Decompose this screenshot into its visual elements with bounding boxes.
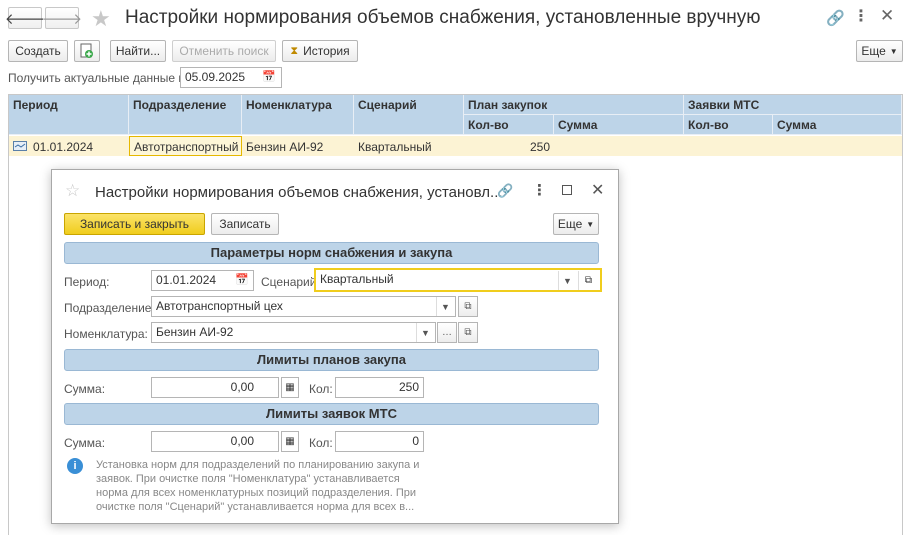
cell-nomenclature: Бензин АИ-92 bbox=[246, 140, 324, 154]
period-value: 01.01.2024 bbox=[156, 273, 217, 287]
favorite-star-icon[interactable]: ★ bbox=[91, 6, 111, 32]
nomenclature-field[interactable]: Бензин АИ-92 bbox=[151, 322, 436, 343]
save-and-close-button[interactable]: Записать и закрыть bbox=[64, 213, 205, 235]
arrow-right-icon: 🡒 bbox=[41, 10, 83, 28]
history-icon: ⧗ bbox=[290, 44, 299, 57]
section-plan-limits: Лимиты планов закупа bbox=[64, 349, 599, 371]
scenario-dropdown-icon[interactable]: ▼ bbox=[558, 271, 576, 290]
plan-sum-calculator-icon[interactable]: ▦ bbox=[281, 377, 299, 398]
col-division[interactable]: Подразделение bbox=[129, 95, 242, 135]
section-params: Параметры норм снабжения и закупа bbox=[64, 242, 599, 264]
section-mts-limits: Лимиты заявок МТС bbox=[64, 403, 599, 425]
nomenclature-open-button[interactable]: ⧉ bbox=[458, 322, 478, 343]
cell-plan-qty: 250 bbox=[529, 140, 550, 154]
cell-mts-sum bbox=[773, 137, 781, 143]
close-icon[interactable]: ✕ bbox=[880, 6, 894, 26]
nomenclature-select-button[interactable]: … bbox=[437, 322, 457, 343]
dialog-more-button[interactable]: Еще ▼ bbox=[553, 213, 599, 235]
dialog-more-label: Еще bbox=[557, 217, 583, 231]
open-icon: ⧉ bbox=[464, 327, 472, 338]
plan-sum-label: Сумма: bbox=[64, 382, 106, 396]
plan-qty-field[interactable]: 250 bbox=[335, 377, 424, 398]
more-button[interactable]: Еще ▼ bbox=[856, 40, 903, 62]
plan-qty-label: Кол: bbox=[309, 382, 333, 396]
col-mts-requests[interactable]: Заявки МТС bbox=[684, 95, 902, 115]
nomenclature-label: Номенклатура: bbox=[64, 327, 148, 341]
history-button[interactable]: ⧗ История bbox=[282, 40, 358, 62]
page-title: Настройки нормирования объемов снабжения… bbox=[125, 7, 761, 28]
scenario-open-icon[interactable]: ⧉ bbox=[578, 271, 598, 290]
info-text: Установка норм для подразделений по план… bbox=[96, 459, 420, 513]
nomenclature-dropdown-icon[interactable]: ▼ bbox=[416, 323, 434, 342]
mts-qty-value: 0 bbox=[412, 434, 419, 448]
record-icon bbox=[13, 141, 27, 151]
col-period[interactable]: Период bbox=[9, 95, 129, 135]
actual-date-label: Получить актуальные данные на: bbox=[8, 71, 196, 85]
chevron-down-icon: ▼ bbox=[889, 46, 898, 56]
dialog-more-menu-icon[interactable]: ⋮ bbox=[532, 181, 547, 199]
mts-qty-label: Кол: bbox=[309, 436, 333, 450]
create-copy-button[interactable] bbox=[74, 40, 100, 62]
mts-qty-field[interactable]: 0 bbox=[335, 431, 424, 452]
arrow-left-icon: 🡐 bbox=[4, 10, 46, 28]
col-plan-qty[interactable]: Кол-во bbox=[464, 115, 554, 135]
dialog-link-icon[interactable]: 🔗 bbox=[497, 183, 513, 199]
division-field[interactable]: Автотранспортный цех bbox=[151, 296, 456, 317]
division-label: Подразделение: bbox=[64, 301, 155, 315]
dialog-chevron-down-icon: ▼ bbox=[586, 219, 595, 229]
cell-plan-sum bbox=[554, 137, 562, 143]
plan-sum-field[interactable]: 0,00 bbox=[151, 377, 279, 398]
mts-sum-calculator-icon[interactable]: ▦ bbox=[281, 431, 299, 452]
division-dropdown-icon[interactable]: ▼ bbox=[436, 297, 454, 316]
cell-division: Автотранспортный bbox=[129, 136, 242, 156]
col-mts-qty[interactable]: Кол-во bbox=[684, 115, 773, 135]
mts-sum-field[interactable]: 0,00 bbox=[151, 431, 279, 452]
col-mts-sum[interactable]: Сумма bbox=[773, 115, 902, 135]
scenario-label: Сценарий: bbox=[261, 275, 320, 289]
col-purchase-plan[interactable]: План закупок bbox=[464, 95, 684, 115]
find-button[interactable]: Найти... bbox=[110, 40, 166, 62]
mts-sum-label: Сумма: bbox=[64, 436, 106, 450]
dialog-close-icon[interactable]: ✕ bbox=[591, 180, 604, 200]
ellipsis-icon: … bbox=[442, 327, 452, 338]
more-menu-icon[interactable]: ⋮ bbox=[853, 6, 869, 26]
nomenclature-value: Бензин АИ-92 bbox=[156, 325, 234, 339]
scenario-value: Квартальный bbox=[320, 272, 394, 286]
add-document-icon bbox=[80, 43, 94, 59]
dialog-title: Настройки нормирования объемов снабжения… bbox=[95, 184, 503, 201]
dialog-favorite-star-icon[interactable]: ☆ bbox=[65, 181, 80, 201]
cancel-search-button[interactable]: Отменить поиск bbox=[172, 40, 276, 62]
history-label: История bbox=[303, 44, 350, 58]
cell-scenario: Квартальный bbox=[358, 140, 432, 154]
forward-button[interactable]: 🡒 bbox=[41, 7, 83, 29]
cell-mts-qty bbox=[684, 137, 692, 143]
plan-sum-value: 0,00 bbox=[230, 380, 254, 394]
calendar-icon[interactable]: 📅 bbox=[262, 70, 276, 83]
back-button[interactable]: 🡐 bbox=[4, 7, 46, 29]
create-button[interactable]: Создать bbox=[8, 40, 68, 62]
col-scenario[interactable]: Сценарий bbox=[354, 95, 464, 135]
period-calendar-icon[interactable]: 📅 bbox=[235, 273, 249, 286]
more-label: Еще bbox=[861, 44, 886, 58]
maximize-icon[interactable] bbox=[562, 185, 572, 195]
col-plan-sum[interactable]: Сумма bbox=[554, 115, 684, 135]
save-button[interactable]: Записать bbox=[211, 213, 279, 235]
col-nomenclature[interactable]: Номенклатура bbox=[242, 95, 354, 135]
division-value: Автотранспортный цех bbox=[156, 299, 283, 313]
info-icon: i bbox=[67, 458, 83, 474]
actual-date-value: 05.09.2025 bbox=[185, 70, 246, 84]
plan-qty-value: 250 bbox=[398, 380, 419, 394]
open-icon: ⧉ bbox=[464, 301, 472, 312]
link-icon[interactable]: 🔗 bbox=[826, 9, 845, 27]
period-label: Период: bbox=[64, 275, 110, 289]
division-open-button[interactable]: ⧉ bbox=[458, 296, 478, 317]
mts-sum-value: 0,00 bbox=[230, 434, 254, 448]
cell-period: 01.01.2024 bbox=[33, 140, 94, 154]
